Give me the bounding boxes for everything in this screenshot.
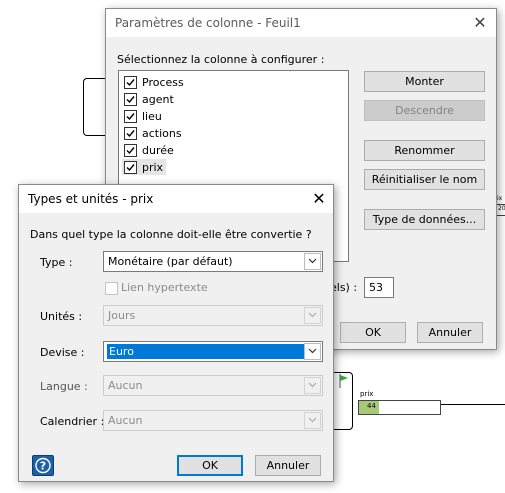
calendar-label: Calendrier : bbox=[40, 415, 105, 428]
conversion-question: Dans quel type la colonne doit-elle être… bbox=[30, 228, 312, 241]
checkbox-unchecked-icon[interactable] bbox=[105, 282, 118, 295]
chevron-down-icon[interactable] bbox=[304, 253, 321, 270]
shape-field-label: prix bbox=[360, 390, 374, 398]
list-item-selected[interactable]: prix bbox=[122, 159, 166, 175]
column-width-label: els) : bbox=[330, 281, 358, 294]
chevron-down-icon[interactable] bbox=[304, 307, 321, 324]
reset-name-button[interactable]: Réinitialiser le nom bbox=[364, 169, 485, 190]
shape-value-field[interactable]: 44 bbox=[358, 400, 441, 415]
type-label: Type : bbox=[40, 256, 73, 269]
list-item[interactable]: agent bbox=[122, 91, 322, 107]
types-cancel-button[interactable]: Annuler bbox=[255, 455, 321, 476]
rename-button[interactable]: Renommer bbox=[364, 140, 485, 161]
column-ok-button[interactable]: OK bbox=[340, 322, 406, 343]
types-ok-button[interactable]: OK bbox=[177, 455, 243, 476]
connector-line bbox=[441, 404, 505, 405]
list-item[interactable]: lieu bbox=[122, 108, 322, 124]
units-label: Unités : bbox=[40, 310, 83, 323]
list-item-label: durée bbox=[142, 144, 174, 157]
column-width-input[interactable]: 53 bbox=[364, 277, 394, 298]
chevron-down-icon[interactable] bbox=[304, 412, 321, 429]
column-dialog-title: Paramètres de colonne - Feuil1 bbox=[115, 16, 301, 30]
svg-text:?: ? bbox=[40, 460, 46, 473]
currency-selected-text: Euro bbox=[107, 344, 305, 359]
language-label: Langue : bbox=[40, 380, 88, 393]
data-type-button[interactable]: Type de données... bbox=[364, 209, 485, 230]
edge-value-field: 20 bbox=[496, 204, 505, 216]
checkbox-checked-icon[interactable] bbox=[124, 93, 137, 106]
checkbox-checked-icon[interactable] bbox=[124, 110, 137, 123]
column-cancel-button[interactable]: Annuler bbox=[417, 322, 483, 343]
chevron-down-icon[interactable] bbox=[304, 377, 321, 394]
shape-value-text: 44 bbox=[367, 402, 376, 410]
types-dialog-title: Types et unités - prix bbox=[28, 192, 154, 206]
currency-label: Devise : bbox=[40, 346, 85, 359]
chevron-down-icon[interactable] bbox=[304, 343, 321, 360]
checkbox-checked-icon[interactable] bbox=[124, 161, 137, 174]
list-item[interactable]: durée bbox=[122, 142, 322, 158]
edge-field-label: ix bbox=[497, 195, 503, 202]
list-item[interactable]: Process bbox=[122, 74, 322, 90]
list-item[interactable]: actions bbox=[122, 125, 322, 141]
currency-select[interactable]: Euro bbox=[103, 341, 323, 362]
close-icon[interactable]: ✕ bbox=[307, 188, 331, 210]
move-down-button[interactable]: Descendre bbox=[364, 100, 485, 121]
list-item-label: Process bbox=[142, 76, 184, 89]
select-column-label: Sélectionnez la colonne à configurer : bbox=[117, 53, 325, 66]
hyperlink-label: Lien hypertexte bbox=[121, 281, 208, 294]
hyperlink-checkbox[interactable]: Lien hypertexte bbox=[104, 280, 254, 296]
language-select[interactable]: Aucun bbox=[103, 375, 323, 396]
list-item-label: actions bbox=[142, 127, 182, 140]
types-dialog-titlebar: Types et unités - prix ✕ bbox=[19, 185, 333, 213]
type-select[interactable]: Monétaire (par défaut) bbox=[103, 251, 323, 272]
flag-icon bbox=[339, 374, 349, 388]
list-item-label: prix bbox=[142, 161, 164, 174]
checkbox-checked-icon[interactable] bbox=[124, 76, 137, 89]
move-up-button[interactable]: Monter bbox=[364, 71, 485, 92]
checkbox-checked-icon[interactable] bbox=[124, 127, 137, 140]
units-select[interactable]: Jours bbox=[103, 305, 323, 326]
help-icon[interactable]: ? bbox=[32, 455, 54, 476]
list-item-label: agent bbox=[142, 93, 174, 106]
list-item-label: lieu bbox=[142, 110, 162, 123]
column-dialog-titlebar: Paramètres de colonne - Feuil1 ✕ bbox=[106, 9, 496, 37]
close-icon[interactable]: ✕ bbox=[468, 12, 492, 34]
types-units-dialog: Types et unités - prix ✕ Dans quel type … bbox=[18, 184, 334, 482]
checkbox-checked-icon[interactable] bbox=[124, 144, 137, 157]
calendar-select[interactable]: Aucun bbox=[103, 410, 323, 431]
